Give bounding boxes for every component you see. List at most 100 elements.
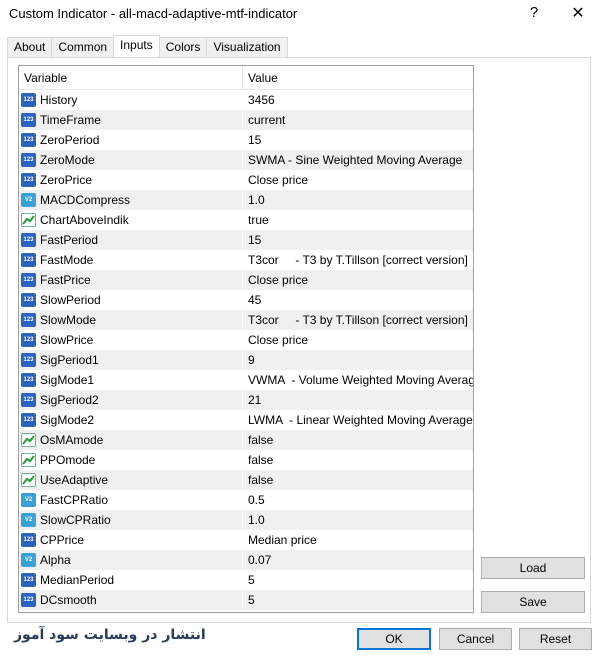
table-row[interactable]: UseAdaptive false <box>19 470 473 490</box>
table-row[interactable]: 123 ZeroPrice Close price <box>19 170 473 190</box>
table-row[interactable]: 123 FastPrice Close price <box>19 270 473 290</box>
variable-cell: 123 SlowMode <box>19 310 243 330</box>
value-cell[interactable]: VWMA - Volume Weighted Moving Average <box>243 370 473 390</box>
tab-visualization[interactable]: Visualization <box>206 37 288 57</box>
value-cell[interactable]: 21 <box>243 390 471 410</box>
123-icon: 123 <box>21 333 36 347</box>
value-cell[interactable]: Close price <box>243 330 471 350</box>
value-cell[interactable]: T3cor - T3 by T.Tillson [correct version… <box>243 310 471 330</box>
123-icon: 123 <box>21 293 36 307</box>
value-cell[interactable]: Close price <box>243 270 471 290</box>
table-row[interactable]: PPOmode false <box>19 450 473 470</box>
column-header-variable[interactable]: Variable <box>19 66 243 89</box>
value-cell[interactable]: false <box>243 430 471 450</box>
load-button[interactable]: Load <box>481 557 585 579</box>
inputs-grid: Variable Value 123 History 3456 123 TimeFram… <box>18 65 474 613</box>
table-row[interactable]: 123 SigPeriod2 21 <box>19 390 473 410</box>
value-cell[interactable]: current <box>243 110 471 130</box>
value-cell[interactable]: 45 <box>243 290 471 310</box>
save-button[interactable]: Save <box>481 591 585 613</box>
variable-cell: OsMAmode <box>19 430 243 450</box>
table-row[interactable]: 123 ZeroMode SWMA - Sine Weighted Moving A… <box>19 150 473 170</box>
variable-name: MACDCompress <box>40 193 131 207</box>
123-icon: 123 <box>21 393 36 407</box>
table-row[interactable]: 123 TimeFrame current <box>19 110 473 130</box>
table-row[interactable]: V2 MACDCompress 1.0 <box>19 190 473 210</box>
value-cell[interactable]: SWMA - Sine Weighted Moving Average <box>243 150 471 170</box>
table-row[interactable]: 123 SigMode2 LWMA - Linear Weighted Moving… <box>19 410 473 430</box>
table-row[interactable]: 123 FastMode T3cor - T3 by T.Tillson [corr… <box>19 250 473 270</box>
table-row[interactable]: ChartAboveIndik true <box>19 210 473 230</box>
help-button[interactable]: ? <box>524 3 544 23</box>
variable-cell: 123 FastPeriod <box>19 230 243 250</box>
table-row[interactable]: 123 SigMode1 VWMA - Volume Weighted Moving… <box>19 370 473 390</box>
tab-colors[interactable]: Colors <box>158 37 208 57</box>
123-icon: 123 <box>21 413 36 427</box>
ok-button[interactable]: OK <box>357 628 431 650</box>
value-cell[interactable]: LWMA - Linear Weighted Moving Average <box>243 410 473 430</box>
value-cell[interactable]: Median price <box>243 530 471 550</box>
table-row[interactable]: 123 History 3456 <box>19 90 473 110</box>
value-cell[interactable]: 5 <box>243 590 471 610</box>
table-row[interactable]: V2 SlowCPRatio 1.0 <box>19 510 473 530</box>
value-cell[interactable]: 1.0 <box>243 190 471 210</box>
variable-cell: 123 FastMode <box>19 250 243 270</box>
value-cell[interactable]: 15 <box>243 230 471 250</box>
table-row[interactable]: 123 ZeroPeriod 15 <box>19 130 473 150</box>
table-row[interactable]: V2 FastCPRatio 0.5 <box>19 490 473 510</box>
value-cell[interactable]: 9 <box>243 350 471 370</box>
watermark-text: انتشار در وبسایت سود آموز <box>14 627 206 643</box>
variable-name: SlowPrice <box>40 333 94 347</box>
123-icon: 123 <box>21 253 36 267</box>
tab-inputs[interactable]: Inputs <box>113 35 160 58</box>
value-cell[interactable]: true <box>243 210 471 230</box>
v2-icon: V2 <box>21 193 36 207</box>
table-row[interactable]: 123 SlowPrice Close price <box>19 330 473 350</box>
table-row[interactable]: 123 MedianPeriod 5 <box>19 570 473 590</box>
table-row[interactable]: V2 Alpha 0.07 <box>19 550 473 570</box>
value-cell[interactable]: 5 <box>243 570 471 590</box>
value-cell[interactable]: Close price <box>243 170 471 190</box>
variable-cell: 123 ZeroPeriod <box>19 130 243 150</box>
123-icon: 123 <box>21 593 36 607</box>
variable-name: History <box>40 93 78 107</box>
123-icon: 123 <box>21 133 36 147</box>
variable-cell: 123 FastPrice <box>19 270 243 290</box>
tab-about[interactable]: About <box>7 37 53 57</box>
variable-name: SigMode1 <box>40 373 95 387</box>
table-row[interactable]: OsMAmode false <box>19 430 473 450</box>
variable-name: FastMode <box>40 253 94 267</box>
variable-name: CPPrice <box>40 533 85 547</box>
variable-cell: 123 MedianPeriod <box>19 570 243 590</box>
value-cell[interactable]: 0.5 <box>243 490 471 510</box>
tab-common[interactable]: Common <box>51 37 115 57</box>
variable-name: Alpha <box>40 553 71 567</box>
value-cell[interactable]: 15 <box>243 130 471 150</box>
value-cell[interactable]: 3456 <box>243 90 471 110</box>
value-cell[interactable]: 1.0 <box>243 510 471 530</box>
variable-cell: V2 FastCPRatio <box>19 490 243 510</box>
cancel-button[interactable]: Cancel <box>439 628 512 650</box>
value-cell[interactable]: false <box>243 450 471 470</box>
table-row[interactable]: 123 SlowPeriod 45 <box>19 290 473 310</box>
value-cell[interactable]: 0.07 <box>243 550 471 570</box>
chart-line-icon <box>21 433 36 447</box>
variable-name: DCsmooth <box>40 593 97 607</box>
column-header-value[interactable]: Value <box>243 66 471 89</box>
table-row[interactable]: 123 SigPeriod1 9 <box>19 350 473 370</box>
table-row[interactable]: 123 SlowMode T3cor - T3 by T.Tillson [corr… <box>19 310 473 330</box>
chart-line-icon <box>21 473 36 487</box>
variable-name: SlowPeriod <box>40 293 101 307</box>
variable-name: MedianPeriod <box>40 573 115 587</box>
table-row[interactable]: 123 CPPrice Median price <box>19 530 473 550</box>
123-icon: 123 <box>21 153 36 167</box>
variable-cell: V2 SlowCPRatio <box>19 510 243 530</box>
reset-button[interactable]: Reset <box>519 628 592 650</box>
table-row[interactable]: 123 DCsmooth 5 <box>19 590 473 610</box>
value-cell[interactable]: false <box>243 470 471 490</box>
table-row[interactable]: 123 FastPeriod 15 <box>19 230 473 250</box>
variable-name: TimeFrame <box>40 113 101 127</box>
value-cell[interactable]: T3cor - T3 by T.Tillson [correct version… <box>243 250 471 270</box>
close-button[interactable]: ✕ <box>567 3 589 25</box>
grid-header: Variable Value <box>19 66 473 90</box>
